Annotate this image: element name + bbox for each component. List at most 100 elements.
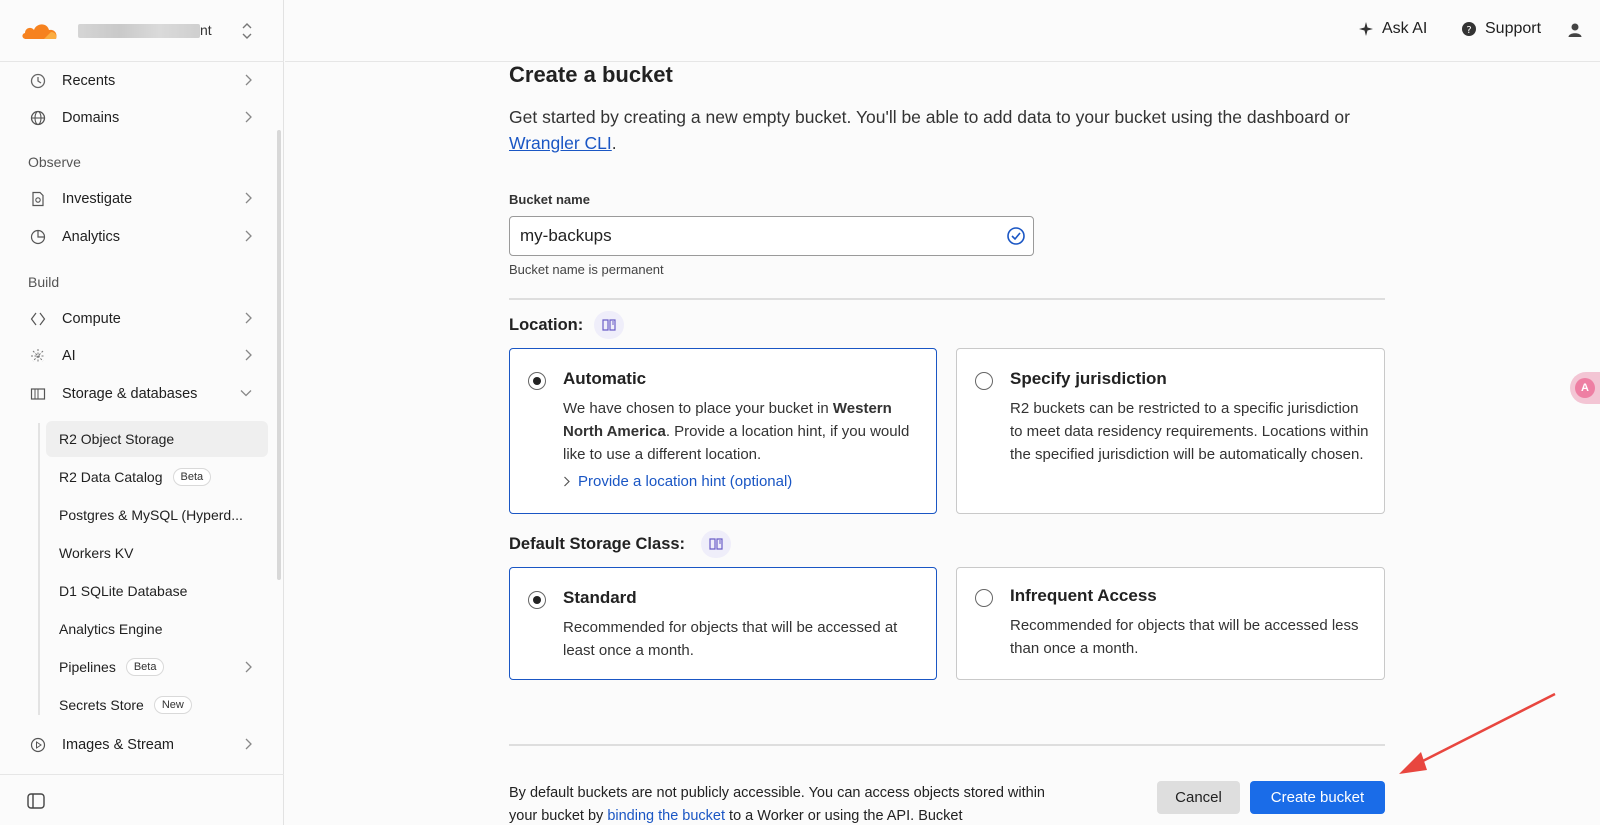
account-name-suffix: nt xyxy=(200,22,212,38)
cloudflare-logo[interactable] xyxy=(20,19,60,41)
sidebar-item-r2-object-storage[interactable]: R2 Object Storage xyxy=(46,421,268,457)
sidebar-label: Workers KV xyxy=(59,545,134,561)
ask-ai-label: Ask AI xyxy=(1382,20,1428,37)
sidebar-item-domains[interactable]: Domains xyxy=(24,101,264,135)
document-search-icon xyxy=(28,189,48,209)
docs-book-icon[interactable] xyxy=(701,530,731,558)
sidebar-label: Compute xyxy=(62,311,121,327)
docs-book-icon[interactable] xyxy=(594,311,624,339)
globe-icon xyxy=(28,108,48,128)
sidebar-item-investigate[interactable]: Investigate xyxy=(24,182,264,216)
sidebar-footer xyxy=(0,774,284,825)
chevron-right-icon xyxy=(245,74,252,86)
divider xyxy=(509,744,1385,746)
account-switcher[interactable]: nt xyxy=(78,22,212,39)
beta-badge: Beta xyxy=(172,468,212,486)
chevron-right-icon xyxy=(564,476,570,487)
card-title: Specify jurisdiction xyxy=(1010,369,1167,388)
chevron-right-icon xyxy=(245,192,252,204)
storage-infrequent-card[interactable]: Infrequent Access Recommended for object… xyxy=(956,567,1385,680)
location-label: Location: xyxy=(509,316,584,334)
sidebar-item-compute[interactable]: Compute xyxy=(24,302,264,336)
svg-text:?: ? xyxy=(1466,25,1471,36)
sidebar-label: AI xyxy=(62,348,76,364)
sidebar-collapse-icon[interactable] xyxy=(26,791,46,811)
cancel-button[interactable]: Cancel xyxy=(1157,781,1240,814)
wrangler-cli-link[interactable]: Wrangler CLI xyxy=(509,133,612,153)
sidebar-scrollbar[interactable] xyxy=(277,130,281,580)
check-circle-icon xyxy=(1007,227,1025,245)
play-circle-icon xyxy=(28,735,48,755)
location-jurisdiction-card[interactable]: Specify jurisdiction R2 buckets can be r… xyxy=(956,348,1385,514)
location-automatic-card[interactable]: Automatic We have chosen to place your b… xyxy=(509,348,937,514)
location-jurisdiction-radio[interactable] xyxy=(975,372,993,390)
sidebar-item-pipelines[interactable]: Pipelines Beta xyxy=(46,649,268,685)
note-part: to a Worker or using the API. Bucket xyxy=(725,808,963,824)
intro-text: Get started by creating a new empty buck… xyxy=(509,104,1389,156)
location-automatic-radio[interactable] xyxy=(528,372,546,390)
sidebar-item-storage[interactable]: Storage & databases xyxy=(24,377,264,411)
submenu-rail xyxy=(38,423,40,715)
sidebar-item-ai[interactable]: AI xyxy=(24,339,264,373)
binding-bucket-link[interactable]: binding the bucket xyxy=(607,808,725,824)
card-description: R2 buckets can be restricted to a specif… xyxy=(1010,400,1369,463)
location-hint-label: Provide a location hint (optional) xyxy=(578,473,793,490)
sparkle-icon xyxy=(28,346,48,366)
desc-part: We have chosen to place your bucket in xyxy=(563,400,833,417)
sidebar-item-analytics[interactable]: Analytics xyxy=(24,220,264,254)
card-title: Automatic xyxy=(563,369,647,388)
intro-body: Get started by creating a new empty buck… xyxy=(509,107,1350,127)
sidebar-item-workers-kv[interactable]: Workers KV xyxy=(46,535,268,571)
storage-standard-radio[interactable] xyxy=(528,591,546,609)
history-icon xyxy=(28,71,48,91)
sidebar-label: Postgres & MySQL (Hyperd... xyxy=(59,507,243,523)
location-hint-toggle[interactable]: Provide a location hint (optional) xyxy=(563,473,792,490)
chevron-down-icon xyxy=(240,390,252,397)
sidebar: nt Recents Domains Observe Investigate A… xyxy=(0,0,284,825)
divider xyxy=(509,298,1385,300)
section-build: Build xyxy=(28,274,60,290)
storage-infrequent-radio[interactable] xyxy=(975,589,993,607)
chevron-right-icon xyxy=(245,661,252,673)
sidebar-label: Analytics xyxy=(62,229,121,245)
sidebar-label: Pipelines xyxy=(59,659,116,675)
bucket-name-label: Bucket name xyxy=(509,192,590,207)
storage-standard-card[interactable]: Standard Recommended for objects that wi… xyxy=(509,567,937,680)
sidebar-label: D1 SQLite Database xyxy=(59,583,188,599)
sidebar-item-analytics-engine[interactable]: Analytics Engine xyxy=(46,611,268,647)
card-description: Recommended for objects that will be acc… xyxy=(1010,617,1359,657)
sidebar-label: R2 Data Catalog xyxy=(59,469,163,485)
sidebar-label: R2 Object Storage xyxy=(59,431,175,447)
sidebar-item-recents[interactable]: Recents xyxy=(24,64,264,98)
user-icon[interactable] xyxy=(1567,22,1583,38)
section-observe: Observe xyxy=(28,154,81,170)
chevron-updown-icon[interactable] xyxy=(240,22,254,40)
ask-ai-button[interactable]: Ask AI xyxy=(1358,20,1427,38)
sidebar-item-secrets-store[interactable]: Secrets Store New xyxy=(46,687,268,723)
sidebar-label: Recents xyxy=(62,73,116,89)
public-access-note: By default buckets are not publicly acce… xyxy=(509,782,1069,825)
sidebar-item-r2-data-catalog[interactable]: R2 Data Catalog Beta xyxy=(46,459,268,495)
help-circle-icon: ? xyxy=(1462,22,1476,36)
floating-translate-widget[interactable]: A xyxy=(1570,372,1600,404)
diamond-code-icon xyxy=(28,309,48,329)
chevron-right-icon xyxy=(245,349,252,361)
sidebar-label: Investigate xyxy=(62,191,133,207)
card-description: We have chosen to place your bucket in W… xyxy=(563,397,928,466)
annotation-arrow xyxy=(1399,692,1556,774)
card-description: Recommended for objects that will be acc… xyxy=(563,619,898,659)
intro-period: . xyxy=(611,133,617,153)
database-icon xyxy=(28,384,48,404)
sidebar-item-d1[interactable]: D1 SQLite Database xyxy=(46,573,268,609)
bucket-name-input[interactable] xyxy=(509,216,1034,256)
sidebar-item-postgres-mysql[interactable]: Postgres & MySQL (Hyperd... xyxy=(46,497,268,533)
card-title: Infrequent Access xyxy=(1010,586,1157,605)
topbar: Ask AI ? Support xyxy=(285,0,1600,62)
new-badge: New xyxy=(153,696,192,714)
pie-chart-icon xyxy=(28,227,48,247)
account-name-redacted xyxy=(78,24,200,39)
support-button[interactable]: ? Support xyxy=(1461,20,1541,38)
create-bucket-button[interactable]: Create bucket xyxy=(1250,781,1385,814)
chevron-right-icon xyxy=(245,738,252,750)
sidebar-item-images-stream[interactable]: Images & Stream xyxy=(24,728,264,762)
